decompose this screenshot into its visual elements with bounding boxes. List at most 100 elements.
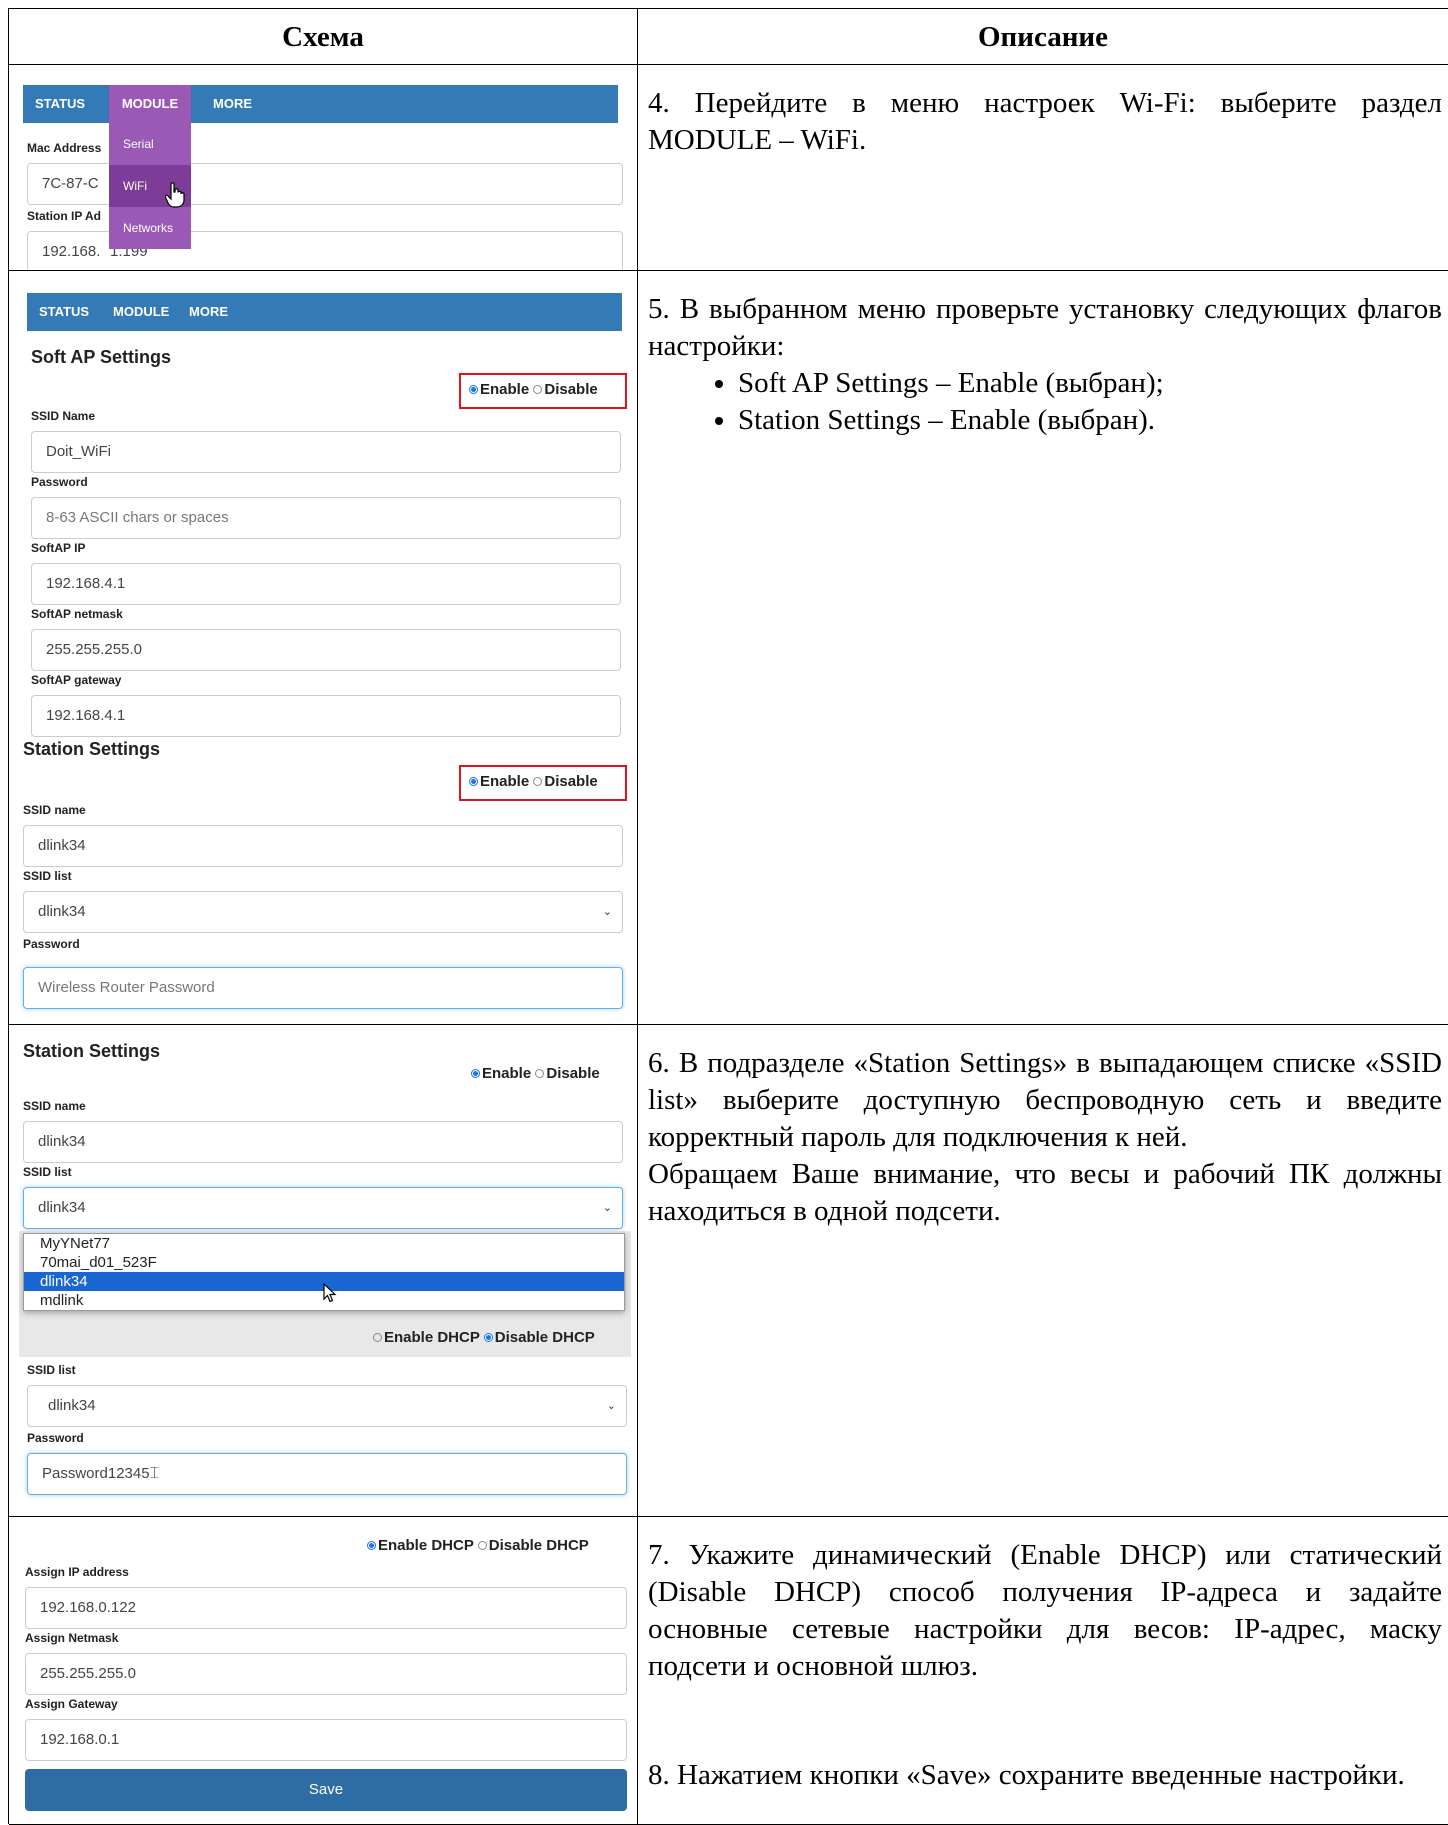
station-disable-radio[interactable] — [535, 1068, 545, 1078]
nav-status[interactable]: STATUS — [39, 293, 89, 331]
disable-dhcp-label: Disable DHCP — [488, 1537, 589, 1554]
ssid-option[interactable]: 70mai_d01_523F — [24, 1253, 624, 1272]
arrow-cursor-icon — [323, 1283, 337, 1303]
ssid-name-label: SSID Name — [31, 409, 96, 423]
assign-ip-label: Assign IP address — [25, 1565, 129, 1579]
row1-description-cell: 4. Перейдите в меню настроек Wi-Fi: выбе… — [638, 65, 1448, 271]
step-5-text: 5. В выбранном меню проверьте установку … — [648, 293, 1442, 362]
dropdown-item-networks[interactable]: Networks — [109, 207, 191, 249]
ssid-list-select-2[interactable]: dlink34 ⌄ — [27, 1385, 627, 1427]
row4-scheme-cell: Enable DHCP Disable DHCP Assign IP addre… — [9, 1517, 638, 1825]
station-disable-radio[interactable] — [533, 776, 543, 786]
enable-dhcp-radio[interactable] — [367, 1540, 376, 1550]
disable-dhcp-radio[interactable] — [483, 1332, 493, 1342]
station-password-label: Password — [23, 937, 80, 951]
enable-dhcp-label: Enable DHCP — [384, 1329, 480, 1346]
nav-module[interactable]: MODULE — [113, 293, 169, 331]
station-ip-label: Station IP Ad — [27, 209, 102, 223]
nav-more[interactable]: MORE — [189, 293, 228, 331]
ssid-list-value-2: dlink34 — [48, 1397, 96, 1414]
row4-description-cell: 7. Укажите динамический (Enable DHCP) ил… — [638, 1517, 1448, 1825]
row2-scheme-cell: STATUS MODULE MORE Soft AP Settings Enab… — [9, 271, 638, 1025]
disable-dhcp-label: Disable DHCP — [494, 1329, 595, 1346]
station-password-field[interactable]: Wireless Router Password — [23, 967, 623, 1009]
dropdown-item-serial[interactable]: Serial — [109, 123, 191, 165]
ssid-list-select[interactable]: dlink34 ⌄ — [23, 1187, 623, 1229]
chevron-down-icon: ⌄ — [602, 1202, 612, 1214]
step-8-text: 8. Нажатием кнопки «Save» сохраните введ… — [648, 1759, 1405, 1791]
bullet-softap: Soft AP Settings – Enable (выбран); — [738, 365, 1442, 402]
step-6-text: 6. В подразделе «Station Settings» в вып… — [648, 1047, 1442, 1153]
softap-netmask-label: SoftAP netmask — [31, 607, 123, 621]
chevron-down-icon: ⌄ — [606, 1400, 616, 1412]
station-enable-label: Enable — [482, 1065, 532, 1082]
enable-dhcp-radio[interactable] — [373, 1332, 382, 1342]
assign-gateway-field[interactable]: 192.168.0.1 — [25, 1719, 627, 1761]
station-ssid-name-label: SSID name — [23, 1099, 86, 1113]
softap-settings-title: Soft AP Settings — [31, 347, 172, 367]
step-4-text: 4. Перейдите в меню настроек Wi-Fi: выбе… — [648, 87, 1442, 156]
nav-more[interactable]: MORE — [213, 85, 252, 123]
enable-dhcp-label: Enable DHCP — [378, 1537, 474, 1554]
ssid-list-label: SSID list — [23, 1165, 72, 1179]
top-navbar: STATUS MODULE MORE — [23, 85, 618, 123]
password-label: Password — [27, 1431, 84, 1445]
station-radio-group: Enable Disable — [471, 1065, 600, 1082]
header-scheme: Схема — [9, 9, 638, 65]
ssid-list-select[interactable]: dlink34 ⌄ — [23, 891, 623, 933]
row1-scheme-cell: STATUS MODULE MORE Mac Address 7C-87-C 5… — [9, 65, 638, 271]
row3-description-cell: 6. В подразделе «Station Settings» в вып… — [638, 1025, 1448, 1517]
chevron-down-icon: ⌄ — [602, 906, 612, 918]
nav-status[interactable]: STATUS — [35, 85, 85, 123]
top-navbar: STATUS MODULE MORE — [27, 293, 622, 331]
ssid-option[interactable]: MyYNet77 — [24, 1234, 624, 1253]
ssid-list-value: dlink34 — [38, 1199, 86, 1216]
save-button[interactable]: Save — [25, 1769, 627, 1811]
row3-scheme-cell: Station Settings Enable Disable SSID nam… — [9, 1025, 638, 1517]
dhcp-radio-group: Enable DHCP Disable DHCP — [367, 1537, 589, 1554]
disable-dhcp-radio[interactable] — [477, 1540, 487, 1550]
ssid-name-field[interactable]: Doit_WiFi — [31, 431, 621, 473]
assign-gateway-label: Assign Gateway — [25, 1697, 118, 1711]
step-6-note: Обращаем Ваше внимание, что весы и рабоч… — [648, 1158, 1442, 1227]
ssid-list-label: SSID list — [23, 869, 72, 883]
softap-ip-field[interactable]: 192.168.4.1 — [31, 563, 621, 605]
station-radio-group: Enable Disable — [469, 773, 598, 790]
softap-ip-label: SoftAP IP — [31, 541, 86, 555]
softap-netmask-field[interactable]: 255.255.255.0 — [31, 629, 621, 671]
station-ip-value: 192.168. — [42, 243, 101, 260]
mac-address-value: 7C-87-C — [42, 175, 99, 192]
station-ssid-name-label: SSID name — [23, 803, 86, 817]
assign-netmask-label: Assign Netmask — [25, 1631, 119, 1645]
softap-gateway-label: SoftAP gateway — [31, 673, 122, 687]
station-ssid-name-field[interactable]: dlink34 — [23, 1121, 623, 1163]
softap-enable-radio[interactable] — [469, 384, 478, 394]
softap-gateway-field[interactable]: 192.168.4.1 — [31, 695, 621, 737]
station-ssid-name-field[interactable]: dlink34 — [23, 825, 623, 867]
station-enable-label: Enable — [480, 773, 530, 790]
station-disable-label: Disable — [546, 1065, 600, 1082]
station-enable-radio[interactable] — [469, 776, 478, 786]
nav-module[interactable]: MODULE — [109, 85, 191, 123]
softap-disable-label: Disable — [544, 381, 598, 398]
password-label: Password — [31, 475, 88, 489]
password-field[interactable]: Password12345⌶ — [27, 1453, 627, 1495]
dhcp-radio-group: Enable DHCP Disable DHCP — [373, 1329, 595, 1346]
station-settings-title: Station Settings — [23, 739, 161, 759]
softap-password-field[interactable]: 8-63 ASCII chars or spaces — [31, 497, 621, 539]
row2-description-cell: 5. В выбранном меню проверьте установку … — [638, 271, 1448, 1025]
mac-address-label: Mac Address — [27, 141, 102, 155]
hand-cursor-icon — [165, 182, 185, 208]
step-7-text: 7. Укажите динамический (Enable DHCP) ил… — [648, 1539, 1442, 1682]
ssid-list-value: dlink34 — [38, 903, 86, 920]
station-enable-radio[interactable] — [471, 1068, 480, 1078]
station-settings-title: Station Settings — [23, 1041, 161, 1061]
assign-ip-field[interactable]: 192.168.0.122 — [25, 1587, 627, 1629]
instruction-table: Схема Описание STATUS MODULE MORE Mac Ad… — [8, 8, 1448, 1825]
bullet-station: Station Settings – Enable (выбран). — [738, 402, 1442, 439]
assign-netmask-field[interactable]: 255.255.255.0 — [25, 1653, 627, 1695]
softap-enable-label: Enable — [480, 381, 530, 398]
softap-disable-radio[interactable] — [533, 384, 543, 394]
station-disable-label: Disable — [544, 773, 598, 790]
ssid-list-label-2: SSID list — [27, 1363, 76, 1377]
